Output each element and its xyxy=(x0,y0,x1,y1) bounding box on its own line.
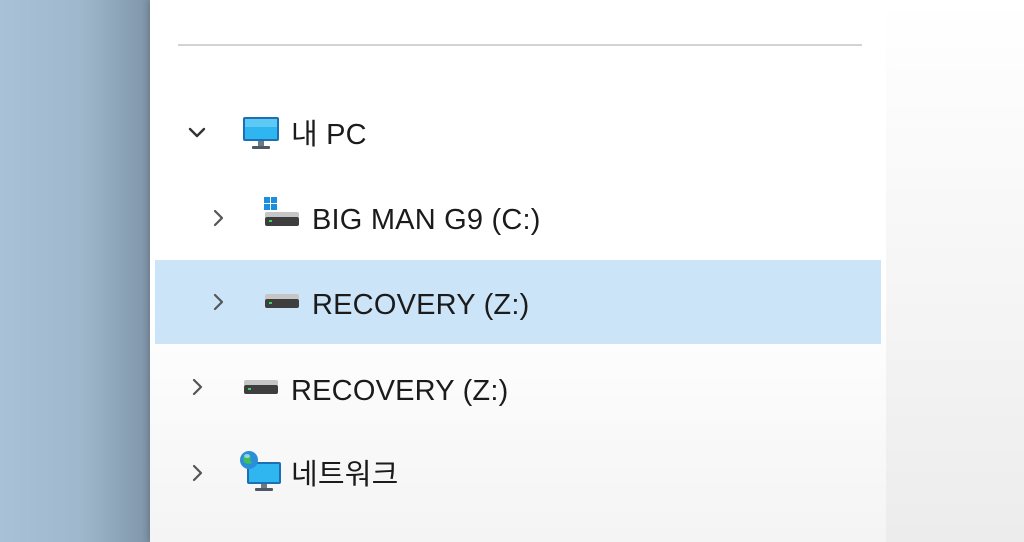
chevron-right-icon[interactable] xyxy=(207,291,229,313)
nav-item-label: RECOVERY (Z:) xyxy=(312,289,530,321)
nav-item-label: 내 PC xyxy=(291,119,367,151)
drive-icon xyxy=(241,370,281,410)
nav-item-label: BIG MAN G9 (C:) xyxy=(312,204,541,236)
window-background-right xyxy=(886,0,1024,542)
nav-item-drive-c[interactable]: BIG MAN G9 (C:) xyxy=(155,177,881,261)
nav-item-label: RECOVERY (Z:) xyxy=(291,375,509,407)
network-icon xyxy=(239,450,281,491)
navigation-divider xyxy=(178,44,862,46)
nav-item-this-pc[interactable]: 내 PC xyxy=(155,93,881,177)
chevron-right-icon[interactable] xyxy=(186,376,208,398)
windows-drive-icon xyxy=(262,195,302,235)
chevron-right-icon[interactable] xyxy=(186,462,208,484)
nav-item-recovery-z[interactable]: RECOVERY (Z:) xyxy=(155,346,881,430)
chevron-down-icon[interactable] xyxy=(186,122,208,144)
screen: 내 PC BIG MAN G9 (C:) RECOVERY (Z:) RECOV… xyxy=(0,0,1024,542)
nav-item-label: 네트워크 xyxy=(291,459,399,491)
navigation-pane: 내 PC BIG MAN G9 (C:) RECOVERY (Z:) RECOV… xyxy=(150,0,886,542)
computer-icon xyxy=(241,113,281,153)
nav-item-network[interactable]: 네트워크 xyxy=(155,430,881,514)
chevron-right-icon[interactable] xyxy=(207,207,229,229)
desktop-background xyxy=(0,0,150,542)
drive-icon xyxy=(262,284,302,324)
nav-item-recovery-z-selected[interactable]: RECOVERY (Z:) xyxy=(155,260,881,344)
